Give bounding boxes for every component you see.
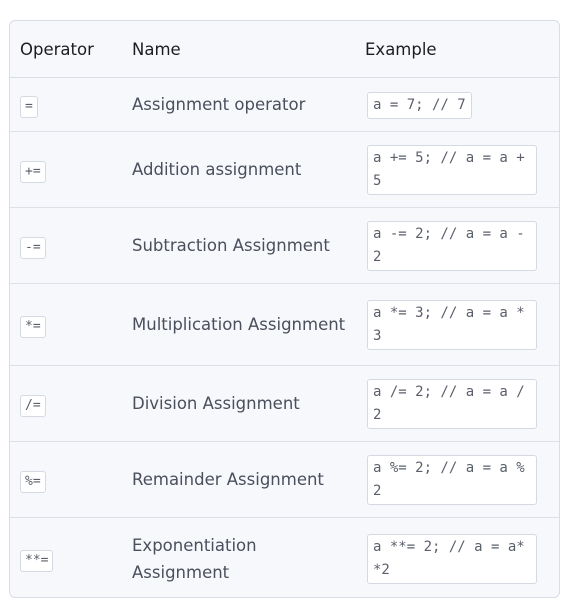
assignment-operators-table: Operator Name Example = Assignment opera… <box>10 21 559 598</box>
example-code: a *= 3; // a = a * 3 <box>367 299 537 350</box>
example-code: a = 7; // 7 <box>367 92 472 119</box>
header-example: Example <box>355 21 559 78</box>
header-operator: Operator <box>10 21 122 78</box>
name-cell: Division Assignment <box>122 365 355 442</box>
operator-code: **= <box>20 550 54 572</box>
example-cell: a **= 2; // a = a**2 <box>355 518 559 598</box>
table-row: /= Division Assignment a /= 2; // a = a … <box>10 365 559 442</box>
example-cell: a = 7; // 7 <box>355 77 559 132</box>
example-cell: a += 5; // a = a + 5 <box>355 131 559 208</box>
name-cell: Remainder Assignment <box>122 441 355 518</box>
example-cell: a %= 2; // a = a % 2 <box>355 441 559 518</box>
operator-cell: /= <box>10 365 122 442</box>
example-code: a **= 2; // a = a**2 <box>367 533 537 584</box>
name-cell: Multiplication Assignment <box>122 283 355 366</box>
operator-code: /= <box>20 395 46 417</box>
operator-cell: += <box>10 131 122 208</box>
example-code: a += 5; // a = a + 5 <box>367 144 537 195</box>
operator-cell: = <box>10 77 122 132</box>
name-cell: Subtraction Assignment <box>122 207 355 284</box>
example-cell: a /= 2; // a = a / 2 <box>355 365 559 442</box>
operator-cell: %= <box>10 441 122 518</box>
operator-cell: *= <box>10 283 122 366</box>
table-row: = Assignment operator a = 7; // 7 <box>10 77 559 132</box>
operator-code: = <box>20 96 38 118</box>
table-row: -= Subtraction Assignment a -= 2; // a =… <box>10 207 559 284</box>
example-code: a %= 2; // a = a % 2 <box>367 454 537 505</box>
operator-code: *= <box>20 316 46 338</box>
table-row: **= Exponentiation Assignment a **= 2; /… <box>10 518 559 598</box>
example-code: a -= 2; // a = a - 2 <box>367 220 537 271</box>
table-header-row: Operator Name Example <box>10 21 559 78</box>
table-row: += Addition assignment a += 5; // a = a … <box>10 131 559 208</box>
header-name: Name <box>122 21 355 78</box>
operator-code: %= <box>20 471 46 493</box>
example-code: a /= 2; // a = a / 2 <box>367 378 537 429</box>
operator-code: -= <box>20 237 46 259</box>
name-cell: Addition assignment <box>122 131 355 208</box>
name-cell: Exponentiation Assignment <box>132 535 257 582</box>
table-row: %= Remainder Assignment a %= 2; // a = a… <box>10 441 559 518</box>
example-cell: a *= 3; // a = a * 3 <box>355 283 559 366</box>
operator-code: += <box>20 161 46 183</box>
example-cell: a -= 2; // a = a - 2 <box>355 207 559 284</box>
operator-cell: **= <box>10 518 122 598</box>
operator-cell: -= <box>10 207 122 284</box>
table-row: *= Multiplication Assignment a *= 3; // … <box>10 283 559 366</box>
name-cell: Assignment operator <box>122 77 355 132</box>
operators-table-container: Operator Name Example = Assignment opera… <box>9 20 560 598</box>
